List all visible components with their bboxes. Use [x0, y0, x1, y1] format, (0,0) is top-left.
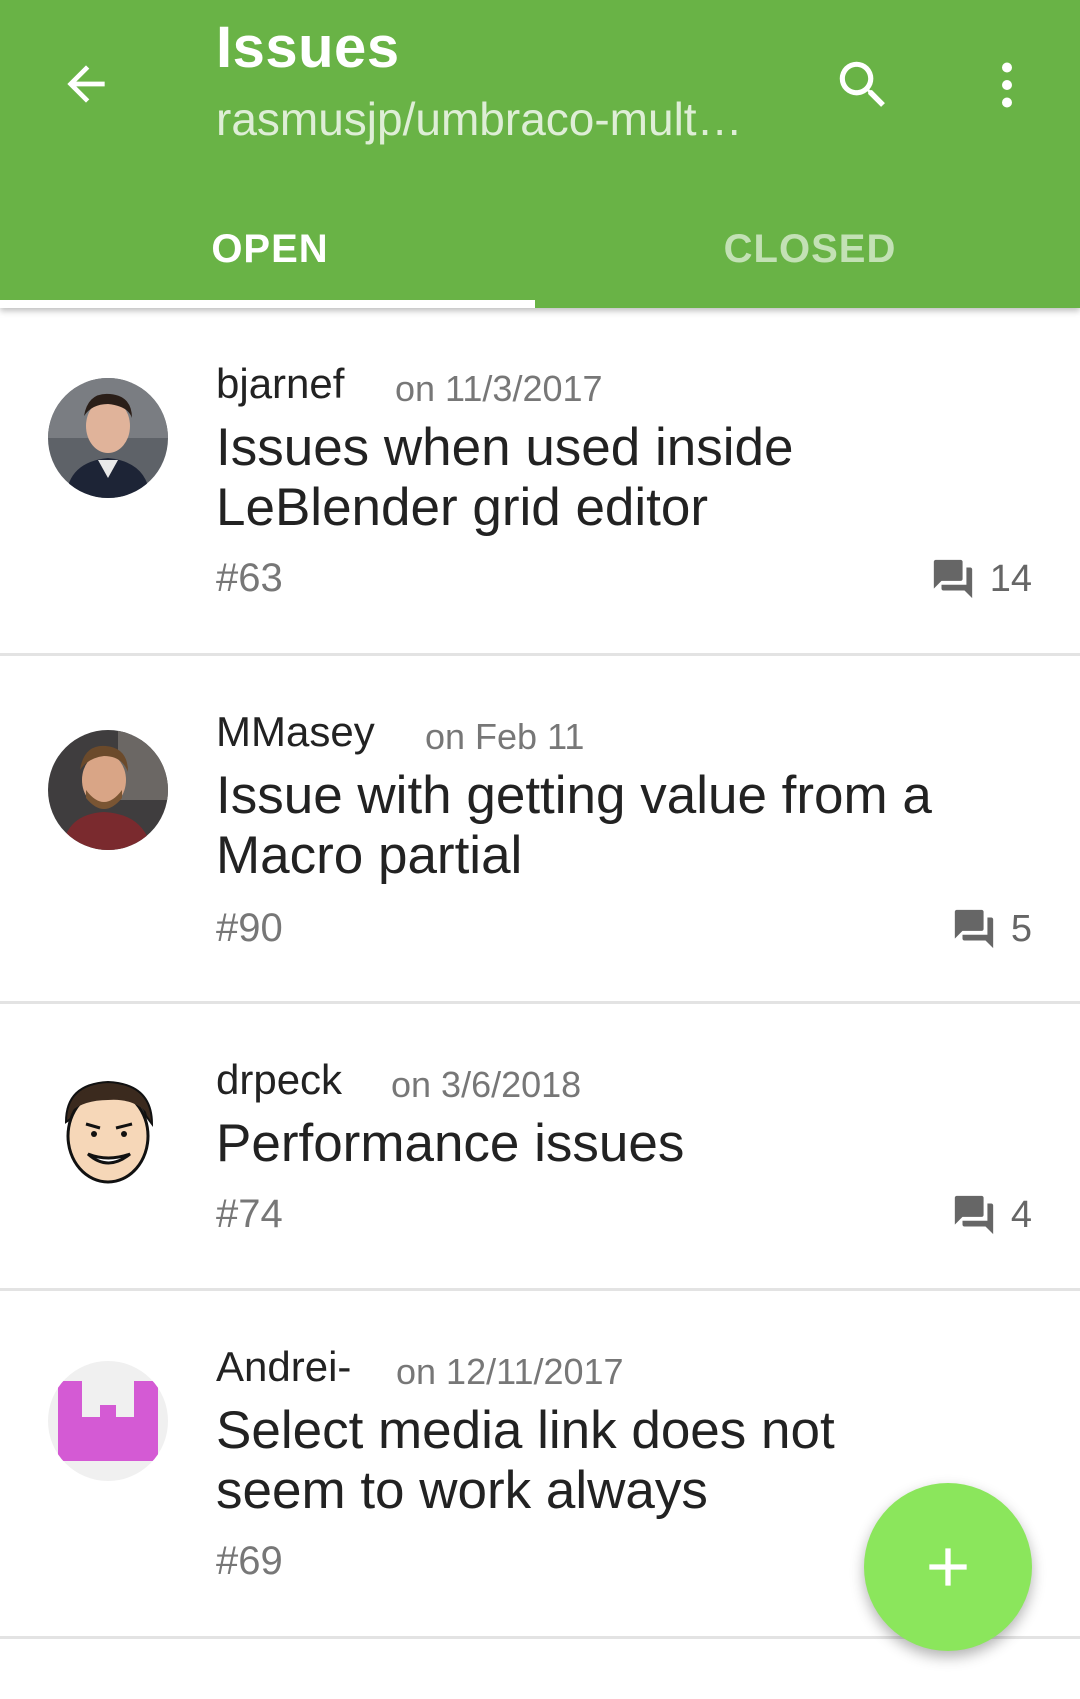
- issue-list: bjarnef on 11/3/2017 Issues when used in…: [0, 308, 1080, 1639]
- list-item[interactable]: drpeck on 3/6/2018 Performance issues #7…: [0, 1004, 1080, 1291]
- list-item[interactable]: bjarnef on 11/3/2017 Issues when used in…: [0, 308, 1080, 656]
- issue-title: Select media link does not seem to work …: [216, 1401, 835, 1520]
- comment-count: 14: [930, 556, 1032, 602]
- add-icon: [929, 1548, 967, 1586]
- search-icon: [839, 61, 885, 107]
- tab-open[interactable]: OPEN: [0, 190, 540, 308]
- issue-author: drpeck: [216, 1056, 343, 1103]
- issue-number: #90: [216, 906, 283, 950]
- issue-author: bjarnef: [216, 360, 345, 407]
- issue-number: #63: [216, 556, 283, 600]
- more-vert-icon: [1002, 62, 1012, 108]
- avatar: [48, 1361, 168, 1481]
- comment-count: 5: [951, 906, 1032, 952]
- tab-closed[interactable]: CLOSED: [540, 190, 1080, 308]
- comment-count-value: 4: [1010, 1193, 1032, 1236]
- back-button[interactable]: [44, 42, 128, 126]
- list-item[interactable]: MMasey on Feb 11 Issue with getting valu…: [0, 656, 1080, 1004]
- tab-bar: OPEN CLOSED: [0, 190, 1080, 308]
- issue-author: MMasey: [216, 708, 375, 755]
- avatar: [48, 378, 168, 498]
- issue-date: on 3/6/2018: [391, 1064, 582, 1105]
- comments-icon: [933, 559, 972, 599]
- tab-indicator: [0, 300, 535, 308]
- comments-icon: [954, 909, 994, 949]
- issue-number: #74: [216, 1192, 283, 1236]
- repo-subtitle: rasmusjp/umbraco-mult…: [216, 93, 743, 145]
- issue-title: Issue with getting value from a Macro pa…: [216, 766, 932, 885]
- tab-open-label: OPEN: [211, 226, 329, 271]
- overflow-menu-button[interactable]: [962, 40, 1052, 130]
- avatar: [48, 1072, 168, 1192]
- tab-closed-label: CLOSED: [723, 226, 897, 271]
- issue-title: Performance issues: [216, 1114, 685, 1173]
- comment-count-value: 5: [1010, 907, 1032, 950]
- issue-title: Issues when used inside LeBlender grid e…: [216, 418, 794, 537]
- issue-date: on 11/3/2017: [395, 368, 603, 409]
- new-issue-fab[interactable]: [864, 1483, 1032, 1651]
- search-button[interactable]: [818, 40, 908, 130]
- issue-date: on 12/11/2017: [396, 1351, 624, 1392]
- comment-count: 4: [951, 1192, 1032, 1238]
- issue-date: on Feb 11: [425, 716, 585, 757]
- comment-count-value: 14: [989, 557, 1032, 600]
- issue-number: #69: [216, 1539, 283, 1583]
- arrow-back-icon: [67, 65, 105, 103]
- app-bar: Issues rasmusjp/umbraco-mult… OPEN CLOSE…: [0, 0, 1080, 308]
- avatar: [48, 730, 168, 850]
- issue-author: Andrei-: [216, 1343, 352, 1390]
- comments-icon: [954, 1195, 994, 1235]
- page-title: Issues: [216, 15, 400, 80]
